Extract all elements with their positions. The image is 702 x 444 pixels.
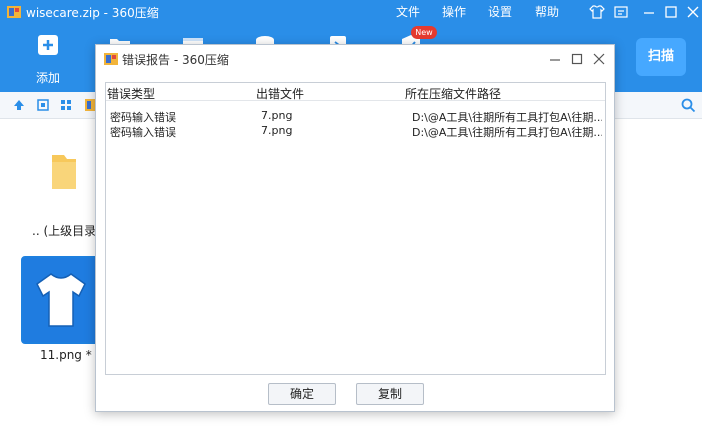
list-header: 错误类型 出错文件 所在压缩文件路径 [106, 83, 605, 101]
column-error-file[interactable]: 出错文件 [256, 85, 304, 102]
copy-button[interactable]: 复制 [356, 383, 424, 405]
error-dialog: 错误报告 - 360压缩 错误类型 出错文件 所在压缩文件路径 密码输入错误 7… [95, 44, 615, 412]
file-label[interactable]: 11.png * [40, 348, 92, 362]
menu-file[interactable]: 文件 [396, 3, 420, 20]
new-badge-text: New [415, 28, 433, 37]
maximize-icon[interactable] [662, 3, 680, 21]
dialog-close-icon[interactable] [592, 52, 606, 66]
menu-help[interactable]: 帮助 [535, 3, 559, 20]
close-icon[interactable] [684, 3, 702, 21]
file-thumbnail[interactable] [21, 256, 99, 344]
cell-error-file: 7.png [261, 124, 293, 137]
parent-folder-label[interactable]: .. (上级目录) [32, 222, 101, 239]
cell-archive-path: D:\@A工具\往期所有工具打包A\往期... [412, 126, 602, 139]
minimize-icon[interactable] [640, 3, 658, 21]
menu-operate[interactable]: 操作 [442, 3, 466, 20]
cell-error-type: 密码输入错误 [110, 126, 176, 139]
scan-button[interactable]: 扫描 [636, 38, 686, 76]
window-title: wisecare.zip - 360压缩 [26, 6, 159, 20]
menu-settings[interactable]: 设置 [488, 3, 512, 20]
dialog-titlebar: 错误报告 - 360压缩 [96, 45, 614, 73]
search-icon[interactable] [681, 98, 696, 113]
grid-view-icon[interactable] [59, 98, 73, 112]
table-row[interactable]: 密码输入错误 7.png D:\@A工具\往期所有工具打包A\往期... [106, 124, 605, 139]
column-error-type[interactable]: 错误类型 [107, 85, 155, 102]
error-list[interactable]: 错误类型 出错文件 所在压缩文件路径 密码输入错误 7.png D:\@A工具\… [105, 82, 606, 375]
column-archive-path[interactable]: 所在压缩文件路径 [405, 85, 501, 102]
table-row[interactable]: 密码输入错误 7.png D:\@A工具\往期所有工具打包A\往期... [106, 109, 605, 124]
add-button[interactable]: 添加 [23, 34, 73, 86]
dialog-minimize-icon[interactable] [548, 52, 562, 66]
cell-error-type: 密码输入错误 [110, 111, 176, 124]
add-icon [38, 35, 58, 55]
tshirt-icon [36, 273, 86, 327]
dialog-title: 错误报告 - 360压缩 [122, 53, 229, 67]
cell-error-file: 7.png [261, 109, 293, 122]
ok-button[interactable]: 确定 [268, 383, 336, 405]
app-icon [7, 6, 21, 18]
parent-folder-icon[interactable] [50, 153, 78, 191]
add-label: 添加 [35, 71, 60, 85]
titlebar: wisecare.zip - 360压缩 文件 操作 设置 帮助 [0, 0, 702, 24]
dialog-maximize-icon[interactable] [570, 52, 584, 66]
cell-archive-path: D:\@A工具\往期所有工具打包A\往期... [412, 111, 602, 124]
list-view-icon[interactable] [36, 98, 50, 112]
skin-icon[interactable] [588, 3, 606, 21]
dialog-app-icon [104, 53, 118, 65]
up-arrow-icon[interactable] [12, 98, 26, 112]
new-badge: New [411, 26, 437, 39]
message-icon[interactable] [612, 3, 630, 21]
